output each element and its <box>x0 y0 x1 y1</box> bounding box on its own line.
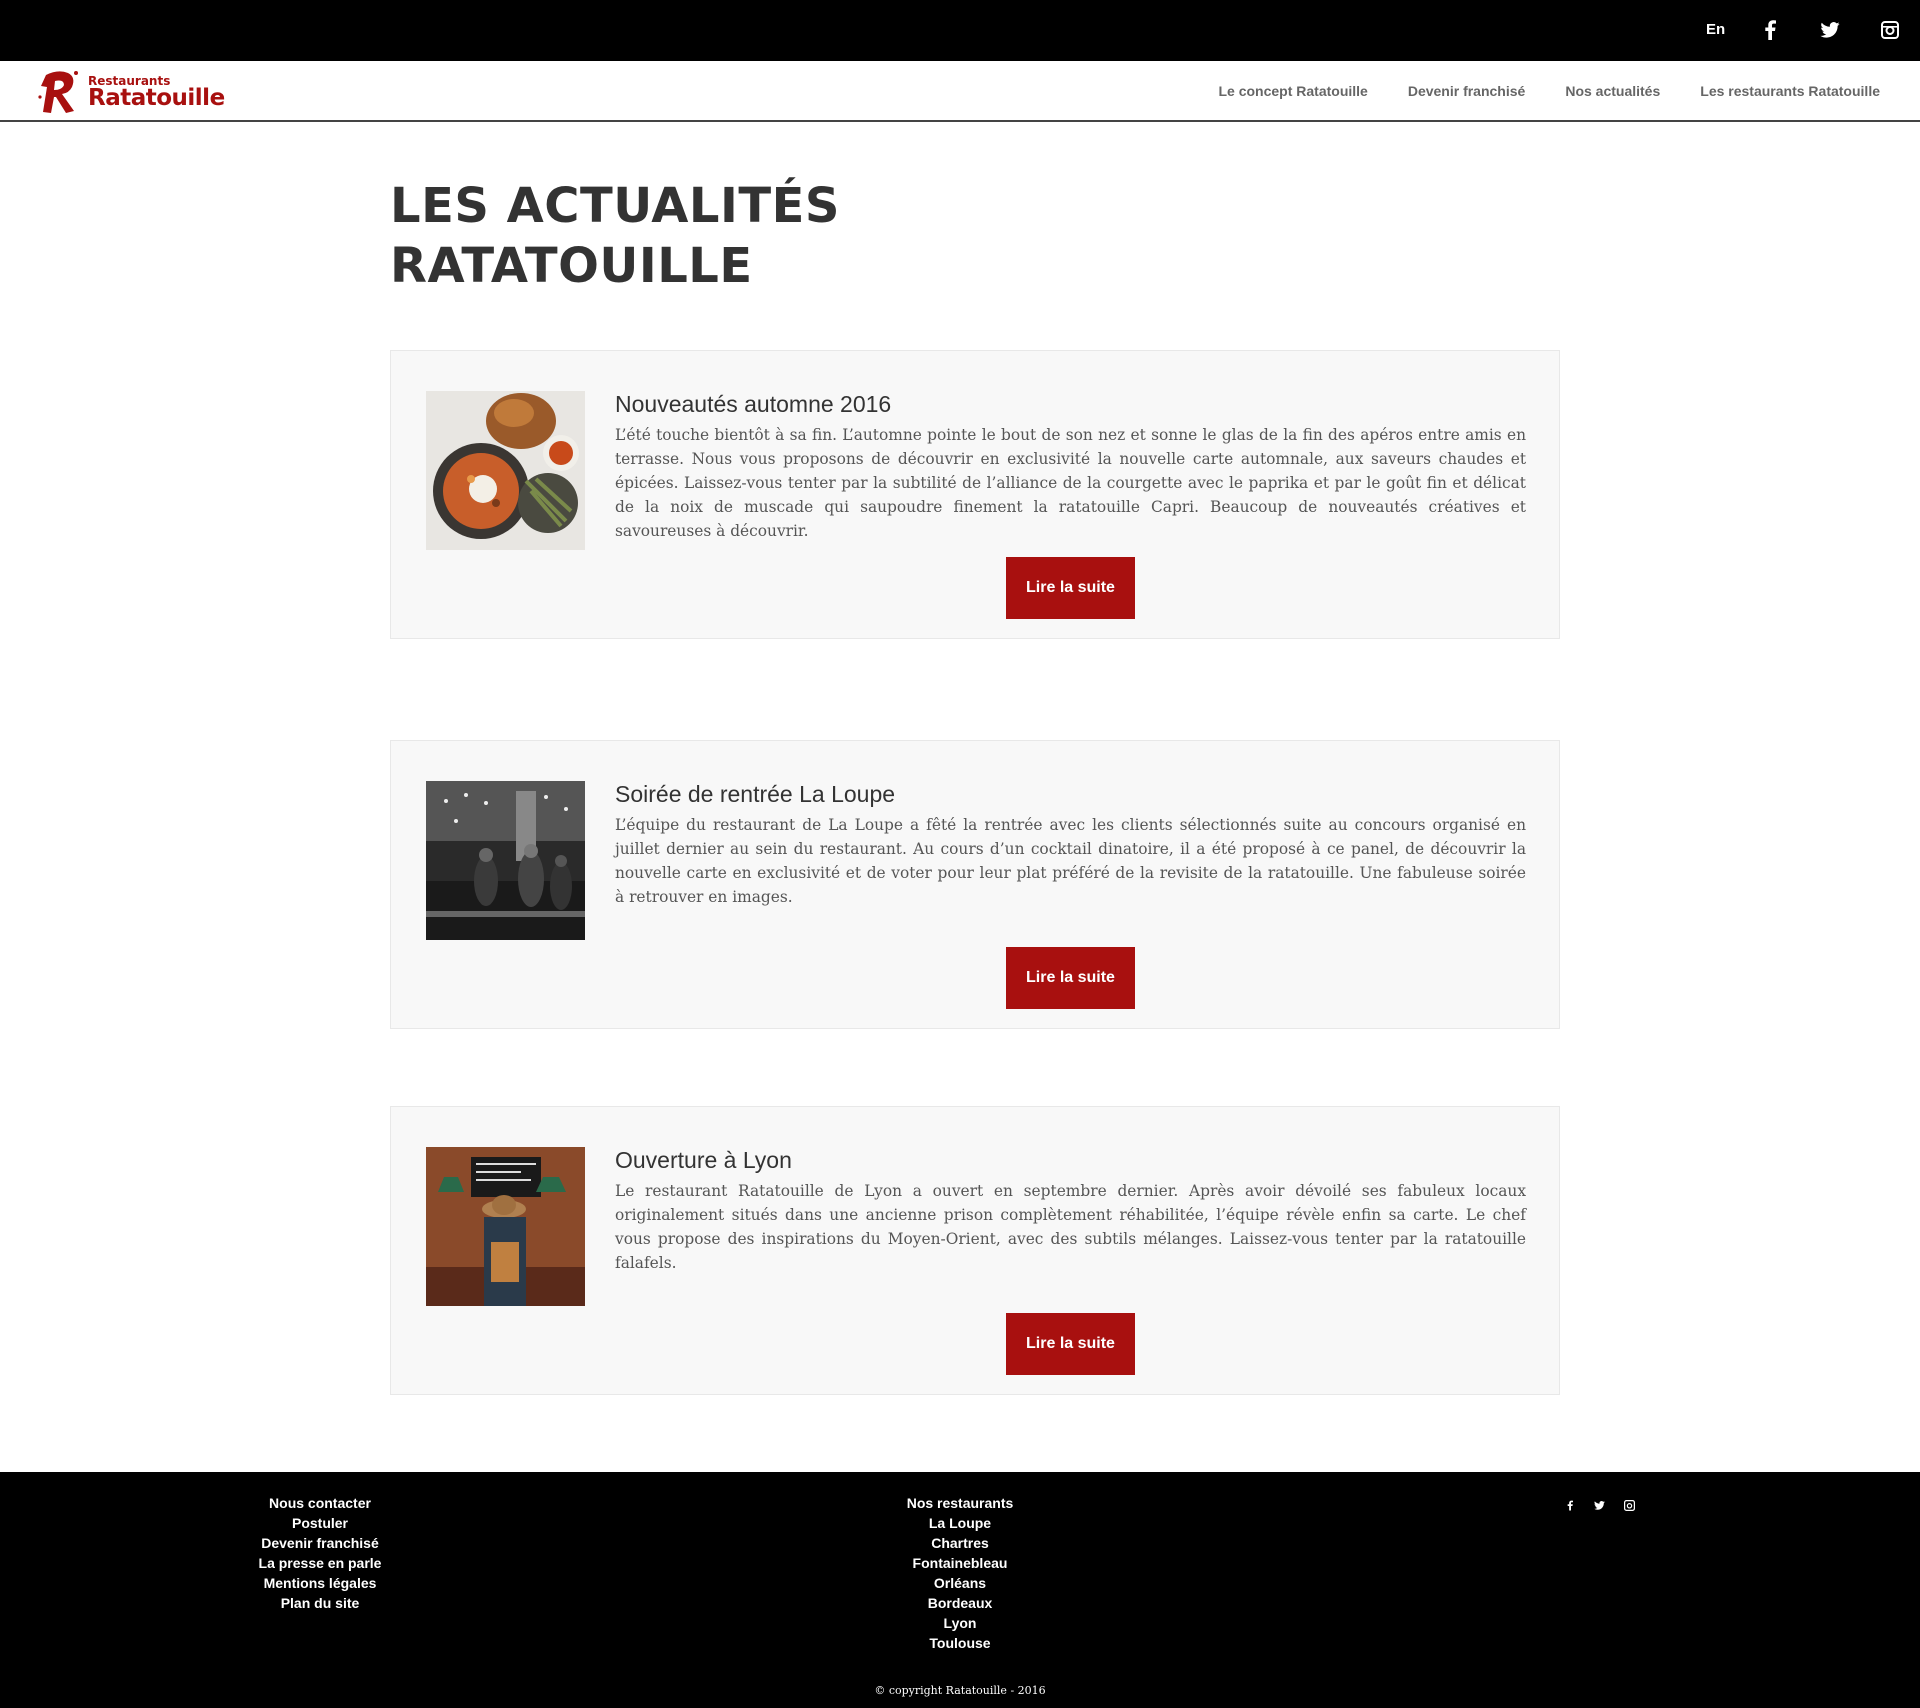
article-title[interactable]: Nouveautés automne 2016 <box>615 389 1526 419</box>
article-card: Nouveautés automne 2016 L’été touche bie… <box>390 350 1560 639</box>
footer: Nous contacter Postuler Devenir franchis… <box>0 1472 1920 1708</box>
article-image-food[interactable] <box>426 391 585 550</box>
article-excerpt: Le restaurant Ratatouille de Lyon a ouve… <box>615 1182 1526 1272</box>
page-title: LES ACTUALITÉS RATATOUILLE <box>390 176 990 296</box>
main-nav: Le concept Ratatouille Devenir franchisé… <box>1178 61 1880 120</box>
language-switch[interactable]: En <box>1706 21 1725 38</box>
copyright: © copyright Ratatouille - 2016 <box>874 1684 1046 1697</box>
logo[interactable]: Restaurants Ratatouille <box>36 67 226 117</box>
logo-mark-icon <box>38 71 78 113</box>
article-card: Soirée de rentrée La Loupe L’équipe du r… <box>390 740 1560 1029</box>
footer-link-fontainebleau[interactable]: Fontainebleau <box>860 1553 1060 1573</box>
article-excerpt: L’été touche bientôt à sa fin. L’automne… <box>615 426 1526 540</box>
footer-link-toulouse[interactable]: Toulouse <box>860 1633 1060 1653</box>
footer-link-franchise[interactable]: Devenir franchisé <box>220 1533 420 1553</box>
footer-link-bordeaux[interactable]: Bordeaux <box>860 1593 1060 1613</box>
footer-restaurants-heading[interactable]: Nos restaurants <box>860 1493 1060 1513</box>
footer-links-info: Nous contacter Postuler Devenir franchis… <box>220 1493 420 1613</box>
footer-link-legal[interactable]: Mentions légales <box>220 1573 420 1593</box>
instagram-icon[interactable] <box>1878 18 1902 42</box>
article-image-restaurant[interactable] <box>426 1147 585 1306</box>
nav-item-restaurants[interactable]: Les restaurants Ratatouille <box>1700 83 1880 99</box>
article-excerpt: L’équipe du restaurant de La Loupe a fêt… <box>615 816 1526 906</box>
read-more-button[interactable]: Lire la suite <box>1006 557 1135 619</box>
facebook-icon[interactable] <box>1563 1498 1577 1512</box>
footer-link-sitemap[interactable]: Plan du site <box>220 1593 420 1613</box>
article-title[interactable]: Ouverture à Lyon <box>615 1145 1526 1175</box>
page-title-line-2: RATATOUILLE <box>390 238 753 294</box>
footer-link-orleans[interactable]: Orléans <box>860 1573 1060 1593</box>
twitter-icon[interactable] <box>1592 1498 1606 1512</box>
footer-link-apply[interactable]: Postuler <box>220 1513 420 1533</box>
read-more-button[interactable]: Lire la suite <box>1006 947 1135 1009</box>
article-image-party[interactable] <box>426 781 585 940</box>
logo-title: Ratatouille <box>88 84 225 111</box>
instagram-icon[interactable] <box>1622 1498 1636 1512</box>
main-header: Restaurants Ratatouille Le concept Ratat… <box>0 61 1920 122</box>
article-card: Ouverture à Lyon Le restaurant Ratatouil… <box>390 1106 1560 1395</box>
nav-item-concept[interactable]: Le concept Ratatouille <box>1218 83 1367 99</box>
footer-link-contact[interactable]: Nous contacter <box>220 1493 420 1513</box>
footer-link-la-loupe[interactable]: La Loupe <box>860 1513 1060 1533</box>
read-more-button[interactable]: Lire la suite <box>1006 1313 1135 1375</box>
twitter-icon[interactable] <box>1818 18 1842 42</box>
article-title[interactable]: Soirée de rentrée La Loupe <box>615 779 1526 809</box>
footer-link-press[interactable]: La presse en parle <box>220 1553 420 1573</box>
footer-link-chartres[interactable]: Chartres <box>860 1533 1060 1553</box>
page-title-line-1: LES ACTUALITÉS <box>390 178 840 234</box>
footer-link-lyon[interactable]: Lyon <box>860 1613 1060 1633</box>
footer-links-restaurants: Nos restaurants La Loupe Chartres Fontai… <box>860 1493 1060 1653</box>
nav-item-news[interactable]: Nos actualités <box>1565 83 1660 99</box>
nav-item-franchise[interactable]: Devenir franchisé <box>1408 83 1526 99</box>
facebook-icon[interactable] <box>1758 18 1782 42</box>
top-bar: En <box>0 0 1920 61</box>
